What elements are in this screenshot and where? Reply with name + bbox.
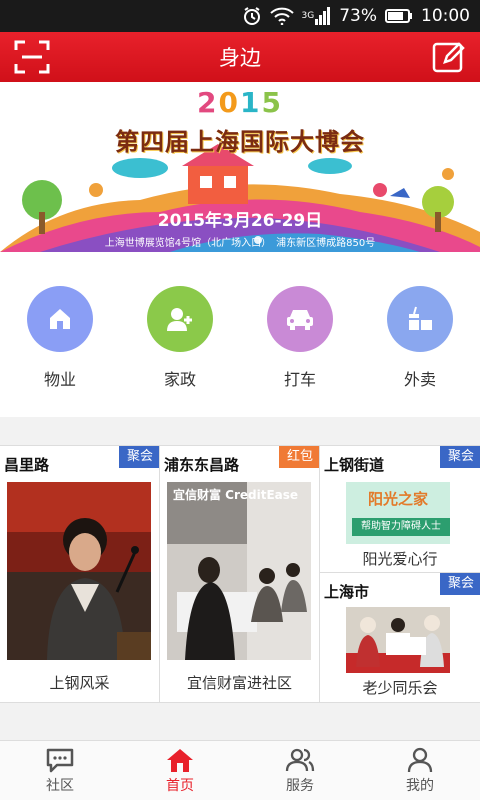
photo-subtitle: 帮助智力障碍人士 [352,518,450,536]
card-caption: 上钢风采 [49,674,110,692]
service-icon-circle [147,286,213,352]
compose-button[interactable] [432,40,466,74]
home-icon [167,748,193,772]
card-location: 浦东东昌路 [164,456,240,474]
edit-icon [432,42,465,73]
community-cards: 昌里路 聚会 上钢风采 浦东东昌路 红包 宜信财富 CreditEase 宜信财… [0,445,480,703]
alarm-icon [242,6,262,26]
service-grid: 物业 家政 打车 外卖 [0,252,480,417]
tab-label: 首页 [166,777,194,794]
card-photo: 宜信财富 CreditEase [167,482,311,660]
service-label: 外卖 [403,370,436,389]
taxi-icon [287,310,313,330]
tab-label: 服务 [286,777,314,794]
year-digit: 2 [197,86,219,119]
card-photo [346,607,450,673]
banner-year: 2015 [0,86,480,119]
signal-icon: 3G [302,7,332,25]
promo-banner[interactable]: 2015 第四届上海国际大博会 2015年3月26-29日 上海世博展览馆4号馆… [0,82,480,252]
status-bar: 3G 73% 10:00 [0,0,480,32]
banner-date: 2015年3月26-29日 [157,211,323,231]
card-location: 上钢街道 [324,456,385,474]
service-taxi[interactable]: 打车 [250,286,350,390]
network-type: 3G [301,11,315,21]
banner-venue: 上海世博展览馆4号馆（北广场入口） 浦东新区博成路850号 [104,238,376,249]
card-caption: 老少同乐会 [362,679,438,697]
tab-community[interactable]: 社区 [0,741,120,800]
card-tag: 红包 [278,446,319,468]
card-location: 上海市 [324,583,370,601]
battery-icon [385,9,413,23]
year-digit: 1 [240,86,262,119]
takeout-icon [409,306,432,330]
tab-label: 社区 [46,777,74,794]
card-tag: 聚会 [118,446,159,468]
card-caption: 宜信财富进社区 [186,674,292,692]
tab-home[interactable]: 首页 [120,741,240,800]
home-icon [50,309,70,329]
battery-percent: 73% [339,6,377,26]
service-icon-circle [267,286,333,352]
banner-title: 第四届上海国际大博会 [115,128,365,156]
service-icon-circle [27,286,93,352]
service-housekeeping[interactable]: 家政 [130,286,230,390]
card-tag: 聚会 [439,573,480,595]
carousel-indicator[interactable] [254,236,262,244]
event-card[interactable]: 昌里路 聚会 上钢风采 [0,446,160,702]
photo-sign: 宜信财富 CreditEase [173,488,299,502]
chat-icon [46,748,74,772]
card-tag: 聚会 [439,446,480,468]
bottom-nav: 社区 首页 服务 我的 [0,740,480,800]
people-icon [285,748,315,771]
year-digit: 5 [261,86,283,119]
service-label: 打车 [283,370,316,389]
service-takeout[interactable]: 外卖 [370,286,470,390]
page-title: 身边 [219,46,261,70]
card-photo: 阳光之家 帮助智力障碍人士 [346,482,450,544]
tab-label: 我的 [406,777,434,794]
tab-service[interactable]: 服务 [240,741,360,800]
event-card[interactable]: 浦东东昌路 红包 宜信财富 CreditEase 宜信财富进社区 [160,446,320,702]
event-card[interactable]: 上钢街道 聚会 阳光之家 帮助智力障碍人士 阳光爱心行 [320,446,480,573]
service-label: 家政 [163,370,196,389]
card-location: 昌里路 [4,456,50,474]
card-caption: 阳光爱心行 [362,550,438,568]
card-photo [7,482,151,660]
add-user-icon [167,308,192,331]
clock-time: 10:00 [421,6,470,26]
scan-icon [14,40,50,74]
service-property[interactable]: 物业 [10,286,110,390]
photo-title: 阳光之家 [367,490,428,508]
service-icon-circle [387,286,453,352]
year-digit: 0 [218,86,240,119]
scan-button[interactable] [14,40,50,74]
person-icon [407,747,433,772]
tab-mine[interactable]: 我的 [360,741,480,800]
title-bar: 身边 [0,32,480,82]
event-card[interactable]: 上海市 聚会 老少同乐会 [320,573,480,702]
service-label: 物业 [43,370,76,389]
wifi-icon [269,7,294,25]
